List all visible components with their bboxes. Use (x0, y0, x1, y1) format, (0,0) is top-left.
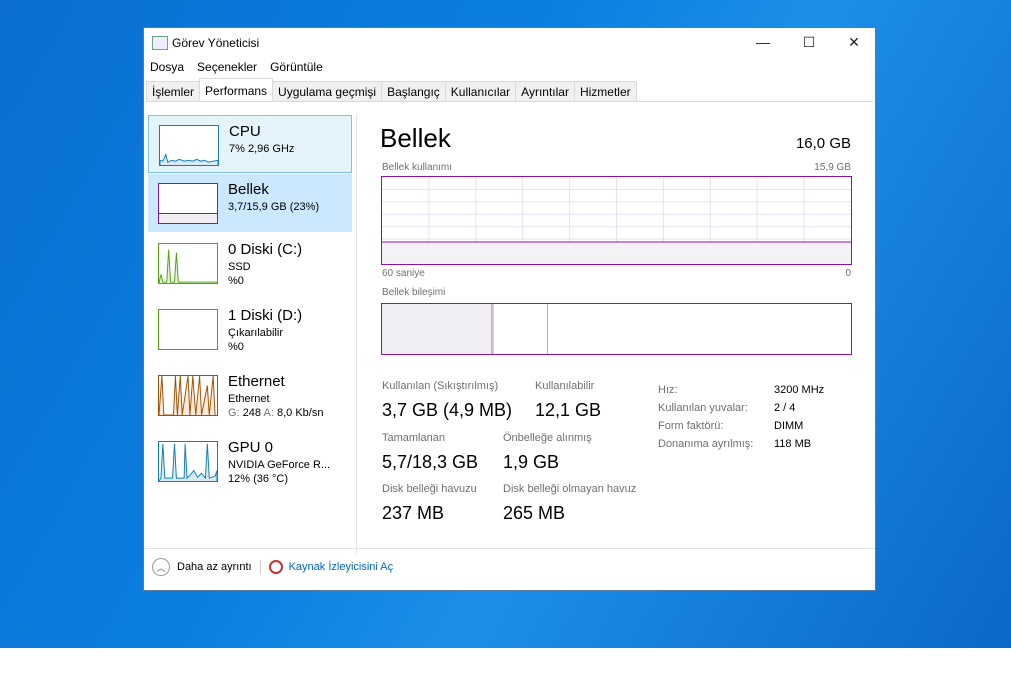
ethernet-thumbnail-graph (158, 375, 218, 416)
sidebar-item-ethernet[interactable]: Ethernet Ethernet G: 248 A: 8,0 Kb/sn (148, 366, 352, 424)
memory-thumbnail-graph (158, 183, 218, 224)
minimize-button[interactable]: — (740, 28, 786, 56)
tab-services[interactable]: Hizmetler (573, 81, 637, 101)
sidebar-item-gpu[interactable]: GPU 0 NVIDIA GeForce R... 12% (36 °C) (148, 432, 352, 490)
send-label: A: (263, 407, 274, 419)
prop-key: Form faktörü: (658, 420, 724, 432)
menu-options[interactable]: Seçenekler (197, 60, 257, 74)
chevron-up-icon[interactable]: ︿ (152, 558, 170, 576)
memory-composition-bar (381, 303, 852, 355)
stat-label: Tamamlanan (382, 432, 445, 444)
sidebar-item-detail: 12% (36 °C) (228, 473, 289, 485)
usage-graph-label: Bellek kullanımı (382, 162, 453, 173)
tab-startup[interactable]: Başlangıç (381, 81, 446, 101)
prop-value: DIMM (774, 420, 804, 432)
sidebar-item-name: 0 Diski (C:) (228, 241, 303, 258)
disk-d-thumbnail-graph (158, 309, 218, 350)
properties-values: 3200 MHz 2 / 4 DIMM 118 MB (774, 381, 824, 453)
properties-keys: Hız: Kullanılan yuvalar: Form faktörü: D… (658, 381, 753, 453)
task-manager-window: Görev Yöneticisi — ☐ ✕ Dosya Seçenekler … (143, 27, 876, 591)
page-title: Bellek (380, 123, 451, 153)
sidebar-item-name: Bellek (228, 181, 269, 198)
sidebar-item-disk-d[interactable]: 1 Diski (D:) Çıkarılabilir %0 (148, 300, 352, 358)
sidebar-item-memory[interactable]: Bellek 3,7/15,9 GB (23%) (148, 174, 352, 232)
maximize-button[interactable]: ☐ (786, 28, 832, 56)
stat-label: Kullanılan (Sıkıştırılmış) (382, 380, 499, 392)
sidebar-item-detail: Ethernet (228, 393, 270, 405)
app-icon (152, 36, 168, 50)
panel-divider (356, 114, 357, 554)
menu-bar: Dosya Seçenekler Görüntüle (150, 60, 323, 74)
tab-details[interactable]: Ayrıntılar (515, 81, 575, 101)
sidebar-item-detail: G: 248 A: 8,0 Kb/sn (228, 407, 323, 419)
tab-app-history[interactable]: Uygulama geçmişi (272, 81, 383, 101)
composition-label: Bellek bileşimi (382, 287, 446, 298)
stat-label: Disk belleği havuzu (382, 483, 477, 495)
composition-standby (494, 304, 548, 354)
tab-bar: İşlemler Performans Uygulama geçmişi Baş… (146, 78, 873, 102)
sidebar-item-detail: 7% 2,96 GHz (229, 143, 295, 155)
prop-value: 3200 MHz (774, 384, 825, 396)
resource-monitor-icon (268, 560, 283, 574)
sidebar-item-detail: 3,7/15,9 GB (23%) (228, 201, 320, 213)
graph-time-end: 0 (845, 268, 851, 279)
menu-view[interactable]: Görüntüle (270, 60, 323, 74)
sidebar-item-detail: %0 (228, 275, 244, 287)
sidebar-item-detail: %0 (228, 341, 244, 353)
usage-area (382, 242, 851, 264)
prop-key: Kullanılan yuvalar: (658, 402, 748, 414)
stat-value: 237 MB (382, 503, 445, 523)
total-memory: 16,0 GB (795, 135, 851, 152)
sidebar-item-detail: NVIDIA GeForce R... (228, 459, 331, 471)
stat-label: Önbelleğe alınmış (503, 432, 592, 444)
tab-processes[interactable]: İşlemler (146, 81, 201, 101)
close-button[interactable]: ✕ (831, 28, 877, 56)
composition-in-use (382, 304, 492, 354)
send-value: 8,0 Kb/sn (276, 407, 324, 419)
tab-performance[interactable]: Performans (199, 78, 274, 101)
cpu-thumbnail-graph (159, 125, 219, 166)
usage-graph-max: 15,9 GB (814, 162, 851, 173)
tab-users[interactable]: Kullanıcılar (444, 81, 517, 101)
stat-value: 3,7 GB (4,9 MB) (382, 400, 513, 420)
window-title: Görev Yöneticisi (172, 36, 260, 50)
prop-key: Hız: (658, 384, 678, 396)
stat-value: 12,1 GB (535, 400, 602, 420)
stat-value: 1,9 GB (503, 452, 560, 472)
footer-divider (144, 548, 875, 549)
stat-label: Disk belleği olmayan havuz (503, 483, 637, 495)
sidebar-item-name: GPU 0 (228, 439, 274, 456)
stat-label: Kullanılabilir (535, 380, 595, 392)
disk-c-thumbnail-graph (158, 243, 218, 284)
memory-usage-graph (381, 176, 852, 265)
prop-value: 2 / 4 (774, 402, 796, 414)
gpu-thumbnail-graph (158, 441, 218, 482)
graph-time-start: 60 saniye (382, 268, 425, 279)
footer-separator (259, 560, 261, 574)
composition-free (548, 304, 851, 354)
prop-value: 118 MB (774, 438, 812, 450)
footer: ︿ Daha az ayrıntı Kaynak İzleyicisini Aç (152, 558, 393, 576)
prop-key: Donanıma ayrılmış: (658, 438, 754, 450)
open-resource-monitor-link[interactable]: Kaynak İzleyicisini Aç (289, 561, 394, 573)
sidebar-item-name: 1 Diski (D:) (228, 307, 303, 324)
fewer-details-button[interactable]: Daha az ayrıntı (177, 561, 252, 573)
receive-value: 248 (242, 407, 262, 419)
stat-value: 265 MB (503, 503, 566, 523)
sidebar-item-detail: SSD (228, 261, 251, 273)
sidebar-item-disk-c[interactable]: 0 Diski (C:) SSD %0 (148, 234, 352, 292)
sidebar-item-name: CPU (229, 123, 261, 140)
receive-label: G: (228, 407, 240, 419)
sidebar-item-cpu[interactable]: CPU 7% 2,96 GHz (148, 115, 352, 173)
sidebar-item-name: Ethernet (228, 373, 285, 390)
sidebar-item-detail: Çıkarılabilir (228, 327, 284, 339)
menu-file[interactable]: Dosya (150, 60, 184, 74)
stat-value: 5,7/18,3 GB (382, 452, 479, 472)
